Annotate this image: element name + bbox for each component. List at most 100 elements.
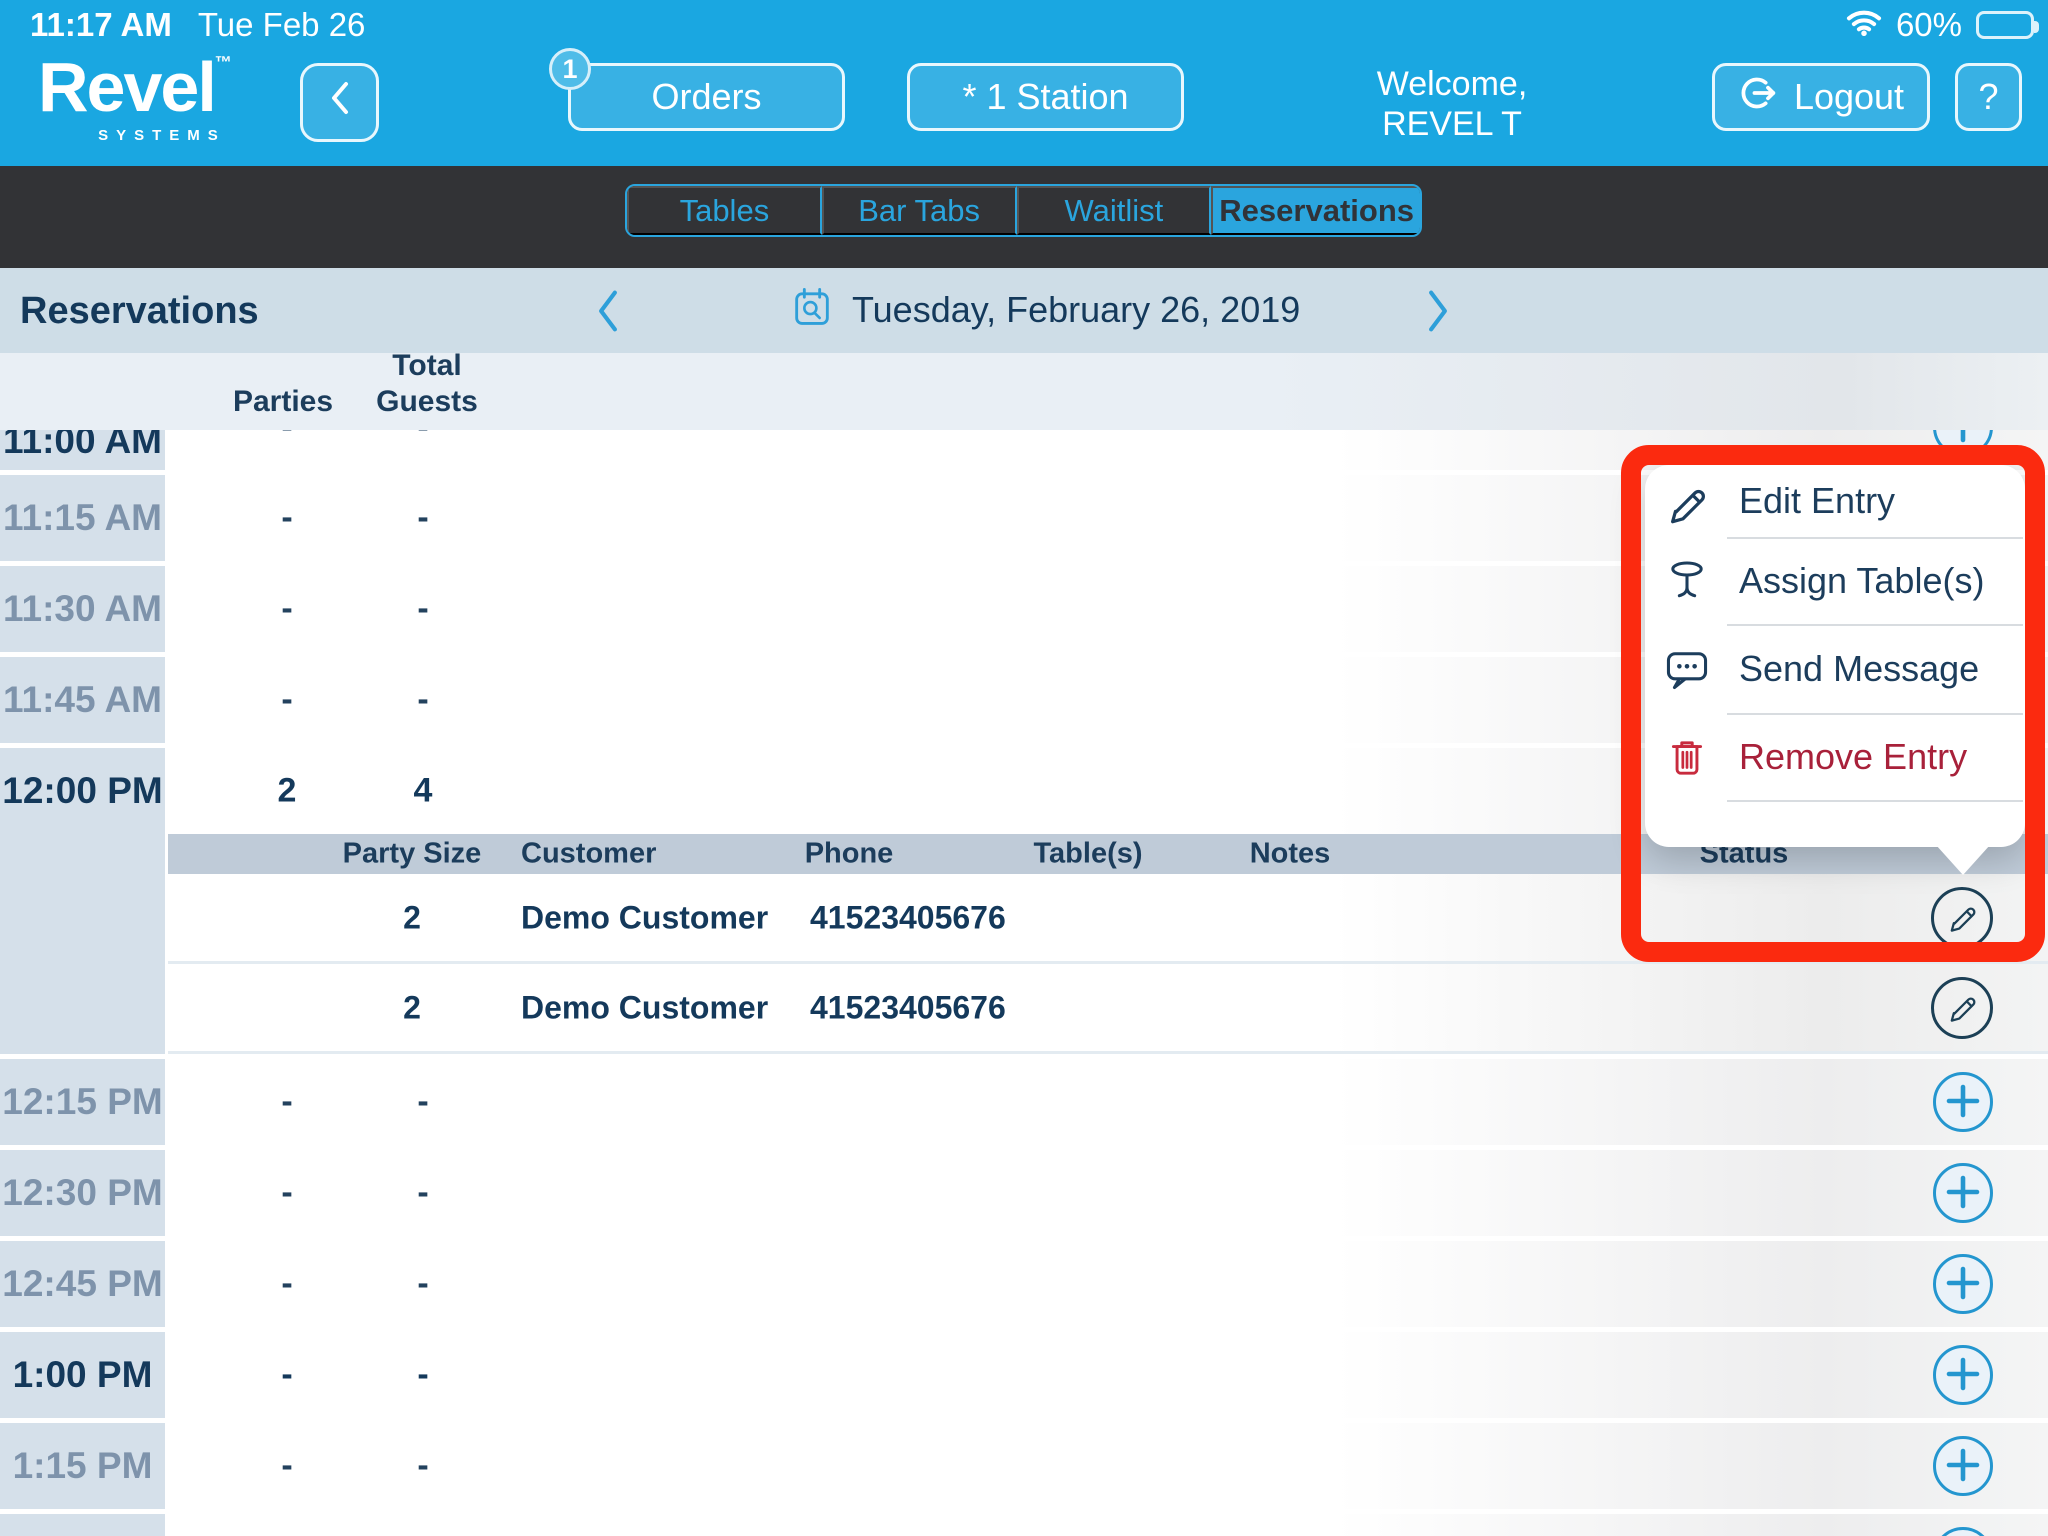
status-date: Tue Feb 26 — [197, 6, 366, 43]
menu-item-edit-entry[interactable]: Edit Entry — [1645, 465, 2025, 537]
trash-icon — [1661, 734, 1713, 780]
back-button[interactable] — [300, 63, 379, 142]
revel-pos-screen: 11:00 AM--11:15 AM--11:30 AM--11:45 AM--… — [0, 0, 2048, 1536]
battery-percent: 60% — [1895, 6, 1962, 43]
time-slot-content: -- — [172, 1332, 2048, 1418]
plus-icon — [1946, 1448, 1980, 1485]
add-reservation-button[interactable] — [1933, 1163, 1993, 1223]
time-cell: 1:00 PM — [0, 1332, 165, 1418]
next-day-button[interactable] — [1420, 288, 1456, 334]
total-guests-value: - — [417, 1446, 429, 1485]
menu-divider — [1727, 800, 2023, 802]
brand-wordmark: Revel — [38, 48, 217, 126]
edit-reservation-button[interactable] — [1931, 976, 1993, 1039]
time-slot-content: -- — [172, 1514, 2048, 1536]
parties-value: 2 — [277, 771, 297, 810]
revel-logo: Revel™ SYSTEMS — [38, 52, 232, 143]
wifi-icon — [1846, 6, 1882, 44]
time-cell: 12:00 PM — [0, 748, 165, 1054]
date-picker[interactable]: Tuesday, February 26, 2019 — [790, 284, 1300, 335]
parties-value: - — [281, 680, 293, 719]
pencil-icon — [1945, 989, 1979, 1026]
tab-waitlist[interactable]: Waitlist — [1016, 186, 1212, 235]
orders-button[interactable]: 1 Orders — [549, 48, 845, 131]
time-cell: 1:15 PM — [0, 1423, 165, 1509]
reservation-context-menu: Edit Entry Assign Table(s) Send Message Rem… — [1645, 465, 2025, 847]
parties-value: - — [281, 1173, 293, 1212]
add-reservation-button[interactable] — [1933, 1072, 1993, 1132]
pencil-icon — [1661, 478, 1713, 524]
reservation-customer-name: Demo Customer — [521, 899, 769, 935]
status-time: 11:17 AM — [30, 6, 172, 43]
total-guests-column-header: Total Guests — [376, 349, 478, 418]
add-reservation-button[interactable] — [1933, 1527, 1993, 1536]
top-bar: 11:17 AM Tue Feb 26 60% Revel™ SYSTEMS 1 … — [0, 0, 2048, 166]
menu-divider — [1727, 713, 2023, 715]
trademark-symbol: ™ — [214, 53, 232, 72]
time-cell: 11:45 AM — [0, 657, 165, 743]
time-slot-content: -- — [172, 1150, 2048, 1236]
time-cell: 1:30 PM — [0, 1514, 165, 1536]
reservation-row: 2 Demo Customer 41523405676 — [168, 964, 2048, 1054]
menu-item-label: Send Message — [1739, 647, 1980, 689]
menu-item-label: Assign Table(s) — [1739, 559, 1985, 601]
time-label: 12:00 PM — [2, 770, 163, 811]
parties-value: - — [281, 1446, 293, 1485]
chevron-left-icon — [593, 290, 623, 337]
tab-tables[interactable]: Tables — [627, 186, 822, 235]
tab-bar-tabs[interactable]: Bar Tabs — [821, 186, 1017, 235]
reservations-header-bar: Reservations Tuesday, February 26, 2019 — [0, 268, 2048, 353]
menu-divider — [1727, 537, 2023, 539]
section-tab-bar: Tables Bar Tabs Waitlist Reservations — [0, 166, 2048, 268]
logout-button-label: Logout — [1793, 76, 1905, 117]
menu-divider — [1727, 624, 2023, 626]
help-button-label: ? — [1978, 76, 1999, 117]
time-cell: 11:15 AM — [0, 475, 165, 561]
total-guests-value: 4 — [413, 771, 433, 810]
time-slot-row: 1:15 PM - - — [0, 1423, 2048, 1509]
total-guests-value: - — [417, 1355, 429, 1394]
time-label: 12:15 PM — [2, 1081, 163, 1122]
time-label: 12:30 PM — [2, 1172, 163, 1213]
parties-value: - — [281, 1264, 293, 1303]
time-label: 1:00 PM — [12, 1354, 153, 1395]
menu-item-remove-entry[interactable]: Remove Entry — [1645, 713, 2025, 800]
orders-badge: 1 — [549, 48, 591, 90]
time-cell: 12:45 PM — [0, 1241, 165, 1327]
time-slot-row: 1:30 PM -- — [0, 1514, 2048, 1536]
logout-icon — [1738, 73, 1778, 122]
reservation-column-header: Table(s) — [1033, 837, 1143, 870]
reservation-customer-name: Demo Customer — [521, 989, 769, 1025]
reservation-column-header: Party Size — [342, 837, 482, 870]
calendar-search-icon — [790, 284, 834, 335]
time-slot-row: 12:15 PM - - — [0, 1059, 2048, 1145]
total-guests-value: - — [417, 1082, 429, 1121]
time-slot-content: -- — [172, 1423, 2048, 1509]
add-reservation-button[interactable] — [1933, 1345, 1993, 1405]
time-label: 1:15 PM — [12, 1445, 153, 1486]
time-slot-row: 1:00 PM - - — [0, 1332, 2048, 1418]
add-reservation-button[interactable] — [1933, 1436, 1993, 1496]
reservation-phone: 41523405676 — [810, 989, 1006, 1025]
reservation-party-size: 2 — [403, 899, 421, 935]
menu-item-assign-table-s-[interactable]: Assign Table(s) — [1645, 537, 2025, 624]
edit-reservation-button[interactable] — [1931, 886, 1993, 949]
tab-reservations[interactable]: Reservations — [1211, 186, 1420, 235]
reservation-row: 2 Demo Customer 41523405676 — [168, 874, 2048, 964]
parties-value: - — [281, 589, 293, 628]
time-cell: 11:30 AM — [0, 566, 165, 652]
total-guests-value: - — [417, 1173, 429, 1212]
logout-button[interactable]: Logout — [1712, 63, 1930, 131]
help-button[interactable]: ? — [1955, 63, 2022, 131]
pencil-icon — [1945, 899, 1979, 936]
plus-icon — [1946, 1084, 1980, 1121]
time-label: 11:30 AM — [2, 588, 163, 629]
menu-item-send-message[interactable]: Send Message — [1645, 624, 2025, 713]
orders-button-label: Orders — [651, 76, 762, 117]
previous-day-button[interactable] — [590, 288, 626, 334]
add-reservation-button[interactable] — [1933, 1254, 1993, 1314]
time-slot-row: 12:45 PM - - — [0, 1241, 2048, 1327]
page-title: Reservations — [20, 290, 259, 332]
chevron-right-icon — [1423, 290, 1453, 337]
station-button[interactable]: * 1 Station — [907, 63, 1184, 131]
